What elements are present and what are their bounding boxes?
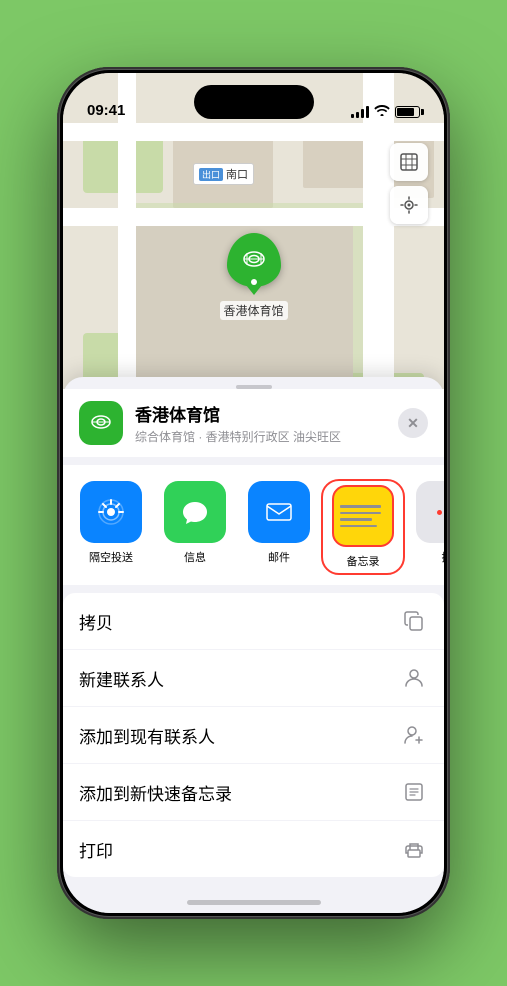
map-controls — [390, 143, 428, 224]
battery-icon — [395, 106, 420, 118]
phone-screen: 09:41 — [63, 73, 444, 913]
copy-icon — [400, 607, 428, 635]
marker-pin — [226, 233, 280, 287]
signal-bar-4 — [366, 106, 369, 118]
signal-bar-1 — [351, 114, 354, 118]
location-subtitle: 综合体育馆 · 香港特别行政区 油尖旺区 — [135, 428, 398, 445]
app-item-more[interactable]: 推 — [407, 481, 444, 573]
apps-row: 隔空投送 信息 — [63, 465, 444, 585]
airdrop-icon — [80, 481, 142, 543]
marker-dot — [250, 279, 256, 285]
dynamic-island — [194, 85, 314, 119]
status-icons — [351, 104, 420, 119]
person-add-icon — [400, 721, 428, 749]
action-add-existing[interactable]: 添加到现有联系人 — [63, 707, 444, 764]
messages-label: 信息 — [184, 549, 206, 565]
more-label: 推 — [442, 549, 445, 565]
location-name: 香港体育馆 — [135, 401, 398, 426]
status-time: 09:41 — [87, 102, 125, 119]
signal-bars — [351, 106, 369, 118]
bottom-sheet: 香港体育馆 综合体育馆 · 香港特别行政区 油尖旺区 ✕ — [63, 377, 444, 913]
messages-icon — [164, 481, 226, 543]
action-list: 拷贝 新建联系人 — [63, 593, 444, 877]
notes-label: 备忘录 — [347, 553, 380, 569]
home-indicator — [187, 900, 321, 905]
location-venue-icon — [79, 401, 123, 445]
person-icon — [400, 664, 428, 692]
signal-bar-2 — [356, 112, 359, 118]
printer-icon — [400, 835, 428, 863]
signal-bar-3 — [361, 109, 364, 118]
stadium-marker: 香港体育馆 — [219, 233, 287, 320]
more-dots — [437, 510, 445, 515]
map-label-text: 南口 — [226, 166, 248, 182]
action-new-contact-label: 新建联系人 — [79, 666, 164, 691]
airdrop-label: 隔空投送 — [89, 549, 133, 565]
action-add-existing-label: 添加到现有联系人 — [79, 723, 215, 748]
dot-red — [437, 510, 442, 515]
action-copy-label: 拷贝 — [79, 609, 113, 634]
battery-fill — [397, 108, 414, 116]
note-icon — [400, 778, 428, 806]
app-item-airdrop[interactable]: 隔空投送 — [71, 481, 151, 573]
location-header: 香港体育馆 综合体育馆 · 香港特别行政区 油尖旺区 ✕ — [63, 389, 444, 457]
map-type-button[interactable] — [390, 143, 428, 181]
close-button[interactable]: ✕ — [398, 408, 428, 438]
action-add-notes-label: 添加到新快速备忘录 — [79, 780, 232, 805]
app-item-mail[interactable]: 邮件 — [239, 481, 319, 573]
location-info: 香港体育馆 综合体育馆 · 香港特别行政区 油尖旺区 — [135, 401, 398, 445]
app-item-messages[interactable]: 信息 — [155, 481, 235, 573]
action-new-contact[interactable]: 新建联系人 — [63, 650, 444, 707]
location-button[interactable] — [390, 186, 428, 224]
action-print-label: 打印 — [79, 837, 113, 862]
mail-icon — [248, 481, 310, 543]
app-item-notes[interactable]: 备忘录 — [323, 481, 403, 573]
more-icon — [416, 481, 444, 543]
action-add-notes[interactable]: 添加到新快速备忘录 — [63, 764, 444, 821]
phone-frame: 09:41 — [57, 67, 450, 919]
marker-label: 香港体育馆 — [219, 301, 287, 320]
map-label: 出口 南口 — [193, 163, 254, 185]
action-print[interactable]: 打印 — [63, 821, 444, 877]
notes-icon — [332, 485, 394, 547]
mail-label: 邮件 — [268, 549, 290, 565]
action-copy[interactable]: 拷贝 — [63, 593, 444, 650]
wifi-icon — [374, 104, 390, 119]
map-label-badge: 出口 — [199, 168, 223, 181]
